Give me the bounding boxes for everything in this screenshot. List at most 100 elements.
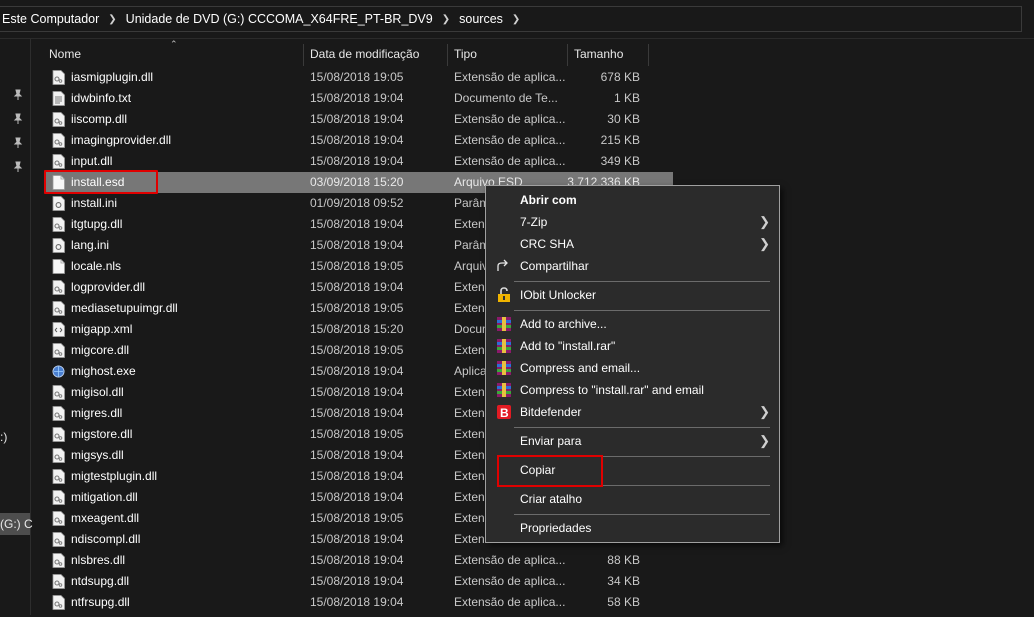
file-row[interactable]: ntfrsupg.dll 15/08/2018 19:04 Extensão de … (45, 592, 673, 613)
file-name: iiscomp.dll (71, 112, 128, 126)
column-divider[interactable] (303, 44, 304, 66)
file-size: 30 KB (607, 112, 640, 126)
file-name: mitigation.dll (71, 490, 138, 504)
menu-item-crc-sha[interactable]: CRC SHA ❯ (486, 233, 779, 255)
file-name: ntfrsupg.dll (71, 595, 130, 609)
column-divider[interactable] (648, 44, 649, 66)
file-name: mighost.exe (71, 364, 136, 378)
column-header-size[interactable]: Tamanho (574, 42, 623, 66)
file-name: imagingprovider.dll (71, 133, 172, 147)
exe-file-icon (52, 364, 65, 379)
file-date: 15/08/2018 19:04 (310, 112, 404, 126)
dll-file-icon (52, 448, 65, 463)
menu-item-send-to[interactable]: Enviar para ❯ (486, 430, 779, 452)
dll-file-icon (52, 70, 65, 85)
file-name: mediasetupuimgr.dll (71, 301, 178, 315)
file-name: migsys.dll (71, 448, 124, 462)
dll-file-icon (52, 112, 65, 127)
menu-item-bitdefender[interactable]: B Bitdefender ❯ (486, 401, 779, 423)
bitdefender-icon: B (497, 405, 511, 420)
pin-icon[interactable] (12, 161, 24, 173)
menu-item-iobit-unlocker[interactable]: IObit Unlocker (486, 284, 779, 306)
dll-file-icon (52, 154, 65, 169)
dll-file-icon (52, 217, 65, 232)
navigation-pane[interactable]: :) (G:) C (0, 39, 33, 615)
dll-file-icon (52, 553, 65, 568)
menu-item-compress-rar-email[interactable]: Compress to "install.rar" and email (486, 379, 779, 401)
file-date: 15/08/2018 19:05 (310, 343, 404, 357)
file-row[interactable]: input.dll 15/08/2018 19:04 Extensão de apl… (45, 151, 673, 172)
file-size: 215 KB (600, 133, 640, 147)
file-type: Extensão de aplica... (454, 154, 566, 168)
file-date: 15/08/2018 19:04 (310, 385, 404, 399)
file-name: migtestplugin.dll (71, 469, 158, 483)
svg-text:B: B (500, 406, 509, 420)
menu-item-add-to-archive[interactable]: Add to archive... (486, 313, 779, 335)
chevron-right-icon[interactable]: ❯ (108, 14, 116, 25)
menu-separator (514, 514, 770, 515)
highlight-box-install-esd (44, 170, 158, 194)
column-header-date[interactable]: Data de modificação (310, 42, 419, 66)
column-headers: ⌃ Nome Data de modificação Tipo Tamanho (31, 39, 671, 66)
file-type: Extensão de aplica... (454, 595, 566, 609)
pin-icon[interactable] (12, 89, 24, 101)
file-date: 15/08/2018 19:04 (310, 448, 404, 462)
dll-file-icon (52, 301, 65, 316)
file-row[interactable]: nlsbres.dll 15/08/2018 19:04 Extensão de a… (45, 550, 673, 571)
menu-item-compress-email[interactable]: Compress and email... (486, 357, 779, 379)
file-size: 349 KB (600, 154, 640, 168)
file-size: 1 KB (613, 91, 640, 105)
file-row[interactable]: iiscomp.dll 15/08/2018 19:04 Extensão de a… (45, 109, 673, 130)
file-name: install.ini (71, 196, 118, 210)
chevron-right-icon[interactable]: ❯ (512, 14, 520, 25)
file-type: Documento de Te... (454, 91, 558, 105)
file-row[interactable]: idwbinfo.txt 15/08/2018 19:04 Documento de… (45, 88, 673, 109)
address-bar[interactable]: Este Computador ❯ Unidade de DVD (G:) CC… (0, 0, 1034, 39)
file-date: 15/08/2018 19:05 (310, 427, 404, 441)
file-name: iasmigplugin.dll (71, 70, 154, 84)
file-row[interactable]: ntdsupg.dll 15/08/2018 19:04 Extensão de a… (45, 571, 673, 592)
share-icon (497, 259, 508, 271)
ini-file-icon (52, 238, 65, 253)
file-date: 15/08/2018 19:05 (310, 301, 404, 315)
menu-item-label: Compress and email... (520, 361, 641, 375)
menu-item-properties[interactable]: Propriedades (486, 517, 779, 539)
column-header-type[interactable]: Tipo (454, 42, 477, 66)
breadcrumb-this-pc[interactable]: Este Computador (2, 12, 99, 26)
iobit-unlocker-icon (498, 287, 510, 302)
chevron-right-icon[interactable]: ❯ (442, 14, 450, 25)
column-divider[interactable] (567, 44, 568, 66)
file-name: logprovider.dll (71, 280, 146, 294)
pin-icon[interactable] (12, 137, 24, 149)
file-name: input.dll (71, 154, 113, 168)
menu-item-7zip[interactable]: 7-Zip ❯ (486, 211, 779, 233)
menu-item-open-with[interactable]: Abrir com (486, 189, 779, 211)
column-header-name[interactable]: Nome (49, 42, 81, 66)
menu-separator (514, 310, 770, 311)
winrar-icon (497, 383, 511, 397)
file-date: 15/08/2018 19:04 (310, 217, 404, 231)
menu-item-create-shortcut[interactable]: Criar atalho (486, 488, 779, 510)
menu-item-add-to-rar[interactable]: Add to "install.rar" (486, 335, 779, 357)
breadcrumb-dvd-drive[interactable]: Unidade de DVD (G:) CCCOMA_X64FRE_PT-BR_… (126, 12, 433, 26)
column-divider[interactable] (447, 44, 448, 66)
submenu-arrow-icon: ❯ (759, 236, 770, 251)
menu-item-label: Compress to "install.rar" and email (520, 383, 704, 397)
sort-ascending-icon: ⌃ (170, 39, 178, 49)
file-row[interactable]: imagingprovider.dll 15/08/2018 19:04 Exten… (45, 130, 673, 151)
dll-file-icon (52, 532, 65, 547)
file-date: 15/08/2018 19:04 (310, 364, 404, 378)
xml-file-icon (52, 322, 65, 337)
file-type: Extensão de aplica... (454, 574, 566, 588)
menu-item-label: Bitdefender (520, 405, 582, 419)
pin-icon[interactable] (12, 113, 24, 125)
breadcrumb-sources[interactable]: sources (459, 12, 503, 26)
file-row[interactable]: iasmigplugin.dll 15/08/2018 19:05 Extensão… (45, 67, 673, 88)
file-date: 01/09/2018 09:52 (310, 196, 404, 210)
file-date: 15/08/2018 19:04 (310, 574, 404, 588)
file-type: Extensão de aplica... (454, 112, 566, 126)
file-name: migstore.dll (71, 427, 133, 441)
menu-item-share[interactable]: Compartilhar (486, 255, 779, 277)
file-name: migres.dll (71, 406, 123, 420)
nav-item-drive[interactable]: :) (0, 430, 7, 444)
